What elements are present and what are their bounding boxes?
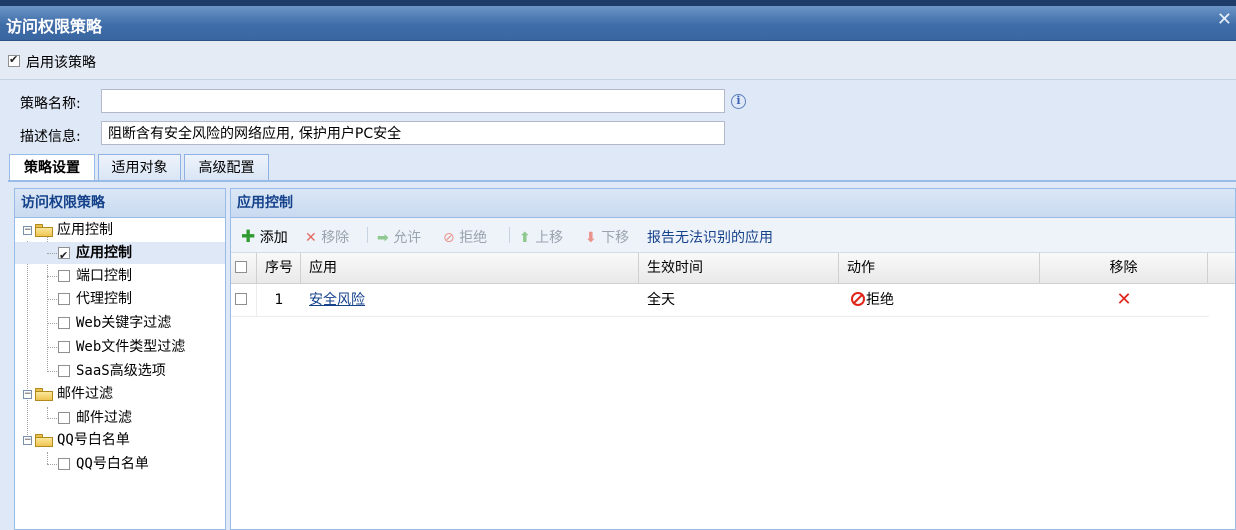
move-down-button[interactable]: ⬇ 下移 — [585, 227, 629, 247]
tree-item-label: 代理控制 — [76, 291, 132, 307]
grid-header: 序号 应用 生效时间 动作 移除 — [231, 253, 1235, 284]
select-all-checkbox[interactable] — [235, 261, 247, 273]
collapse-icon[interactable]: − — [23, 436, 32, 445]
delete-icon[interactable]: ✕ — [1116, 289, 1131, 310]
col-action[interactable]: 动作 — [839, 253, 1040, 283]
row-app: 安全风险 — [301, 284, 639, 316]
arrow-down-icon: ⬇ — [585, 230, 597, 246]
toolbar-separator — [509, 227, 510, 243]
tree-item-checkbox[interactable] — [58, 365, 70, 377]
description-label: 描述信息: — [20, 129, 81, 145]
window-titlebar: 访问权限策略 ✕ — [0, 6, 1236, 41]
tree-group-label: 应用控制 — [57, 222, 113, 238]
tree-item-qq-whitelist[interactable]: QQ号白名单 — [15, 453, 225, 475]
app-link[interactable]: 安全风险 — [309, 292, 365, 308]
collapse-icon[interactable]: − — [23, 390, 32, 399]
policy-tree-panel: 访问权限策略 − 应用控制 应用控制 端口控制 代理控制 Web关键字过滤 We… — [14, 188, 226, 530]
tree-item-checkbox[interactable] — [58, 341, 70, 353]
tree-item-checkbox[interactable] — [58, 245, 70, 267]
arrow-up-icon: ⬆ — [519, 230, 531, 246]
tree-item-web-filetype[interactable]: Web文件类型过滤 — [15, 336, 225, 358]
tree-item-checkbox[interactable] — [58, 293, 70, 305]
row-select-cell — [231, 284, 257, 316]
tree-group-label: 邮件过滤 — [57, 386, 113, 402]
remove-icon: ✕ — [305, 230, 317, 246]
tree-item-label: 端口控制 — [76, 268, 132, 284]
tab-advanced-config[interactable]: 高级配置 — [184, 154, 269, 180]
tree-item-label: 邮件过滤 — [76, 410, 132, 426]
col-app[interactable]: 应用 — [301, 253, 639, 283]
deny-icon: ⊘ — [443, 230, 455, 246]
report-unknown-app-link[interactable]: 报告无法识别的应用 — [647, 227, 773, 247]
remove-button[interactable]: ✕ 移除 — [305, 227, 349, 247]
folder-icon — [35, 224, 53, 237]
policy-name-label: 策略名称: — [20, 96, 81, 112]
folder-icon — [35, 388, 53, 401]
row-time: 全天 — [647, 292, 675, 308]
tree-item-checkbox[interactable] — [58, 317, 70, 329]
col-remove[interactable]: 移除 — [1040, 253, 1208, 283]
tree-item-checkbox[interactable] — [58, 412, 70, 424]
toolbar: ✚ 添加 ✕ 移除 ➡ 允许 ⊘ 拒绝 ⬆ 上移 ⬇ 下移 报告无法识别的应用 — [231, 218, 1235, 253]
enable-policy-row: 启用该策略 — [0, 41, 1236, 80]
deny-button[interactable]: ⊘ 拒绝 — [443, 227, 487, 247]
tree-group-qq-whitelist[interactable]: − QQ号白名单 — [15, 429, 225, 451]
enable-policy-checkbox[interactable] — [8, 53, 20, 67]
select-all-cell — [231, 253, 257, 283]
col-seq[interactable]: 序号 — [257, 253, 301, 283]
collapse-icon[interactable]: − — [23, 226, 32, 235]
tree-panel-header: 访问权限策略 — [15, 189, 225, 218]
info-icon[interactable]: i — [731, 94, 746, 109]
tree-item-port-control[interactable]: 端口控制 — [15, 265, 225, 287]
tree-group-label: QQ号白名单 — [57, 432, 130, 448]
add-button[interactable]: ✚ 添加 — [241, 227, 288, 247]
tree-item-web-keyword[interactable]: Web关键字过滤 — [15, 312, 225, 334]
row-seq: 1 — [274, 292, 284, 308]
tree-item-label: SaaS高级选项 — [76, 363, 166, 379]
window-title: 访问权限策略 — [6, 17, 103, 36]
plus-icon: ✚ — [241, 227, 256, 247]
move-up-button[interactable]: ⬆ 上移 — [519, 227, 563, 247]
row-checkbox[interactable] — [235, 293, 247, 305]
arrow-right-icon: ➡ — [377, 230, 389, 246]
row-remove-cell: ✕ — [1040, 284, 1208, 316]
tree-item-saas[interactable]: SaaS高级选项 — [15, 360, 225, 382]
tab-policy-settings[interactable]: 策略设置 — [9, 154, 95, 181]
tree-item-label: Web关键字过滤 — [76, 315, 172, 331]
tree-item-label: Web文件类型过滤 — [76, 339, 186, 355]
toolbar-separator — [367, 227, 368, 243]
tree-group-mail-filter[interactable]: − 邮件过滤 — [15, 383, 225, 405]
tab-strip-line — [8, 180, 1236, 182]
table-row[interactable]: 1 安全风险 全天 拒绝 ✕ — [231, 284, 1209, 317]
deny-icon — [851, 292, 865, 306]
tree-item-label: 应用控制 — [76, 245, 132, 261]
folder-icon — [35, 434, 53, 447]
tree-item-app-control[interactable]: 应用控制 — [15, 242, 225, 267]
row-action: 拒绝 — [839, 284, 1040, 316]
policy-name-input[interactable] — [101, 89, 725, 113]
description-input[interactable] — [101, 121, 725, 145]
tree-group-app-control[interactable]: − 应用控制 — [15, 219, 225, 241]
allow-button[interactable]: ➡ 允许 — [377, 227, 421, 247]
tree-item-mail-filter[interactable]: 邮件过滤 — [15, 407, 225, 429]
tree-item-label: QQ号白名单 — [76, 456, 149, 472]
col-time[interactable]: 生效时间 — [639, 253, 839, 283]
tab-applicable-objects[interactable]: 适用对象 — [98, 154, 181, 180]
close-icon[interactable]: ✕ — [1217, 9, 1232, 30]
main-panel-header: 应用控制 — [231, 189, 1235, 218]
tree-item-checkbox[interactable] — [58, 458, 70, 470]
tree-item-checkbox[interactable] — [58, 270, 70, 282]
tree-item-proxy-control[interactable]: 代理控制 — [15, 288, 225, 310]
enable-policy-label: 启用该策略 — [26, 55, 96, 71]
app-control-panel: 应用控制 ✚ 添加 ✕ 移除 ➡ 允许 ⊘ 拒绝 ⬆ 上移 ⬇ 下移 报告无法识… — [230, 188, 1236, 530]
